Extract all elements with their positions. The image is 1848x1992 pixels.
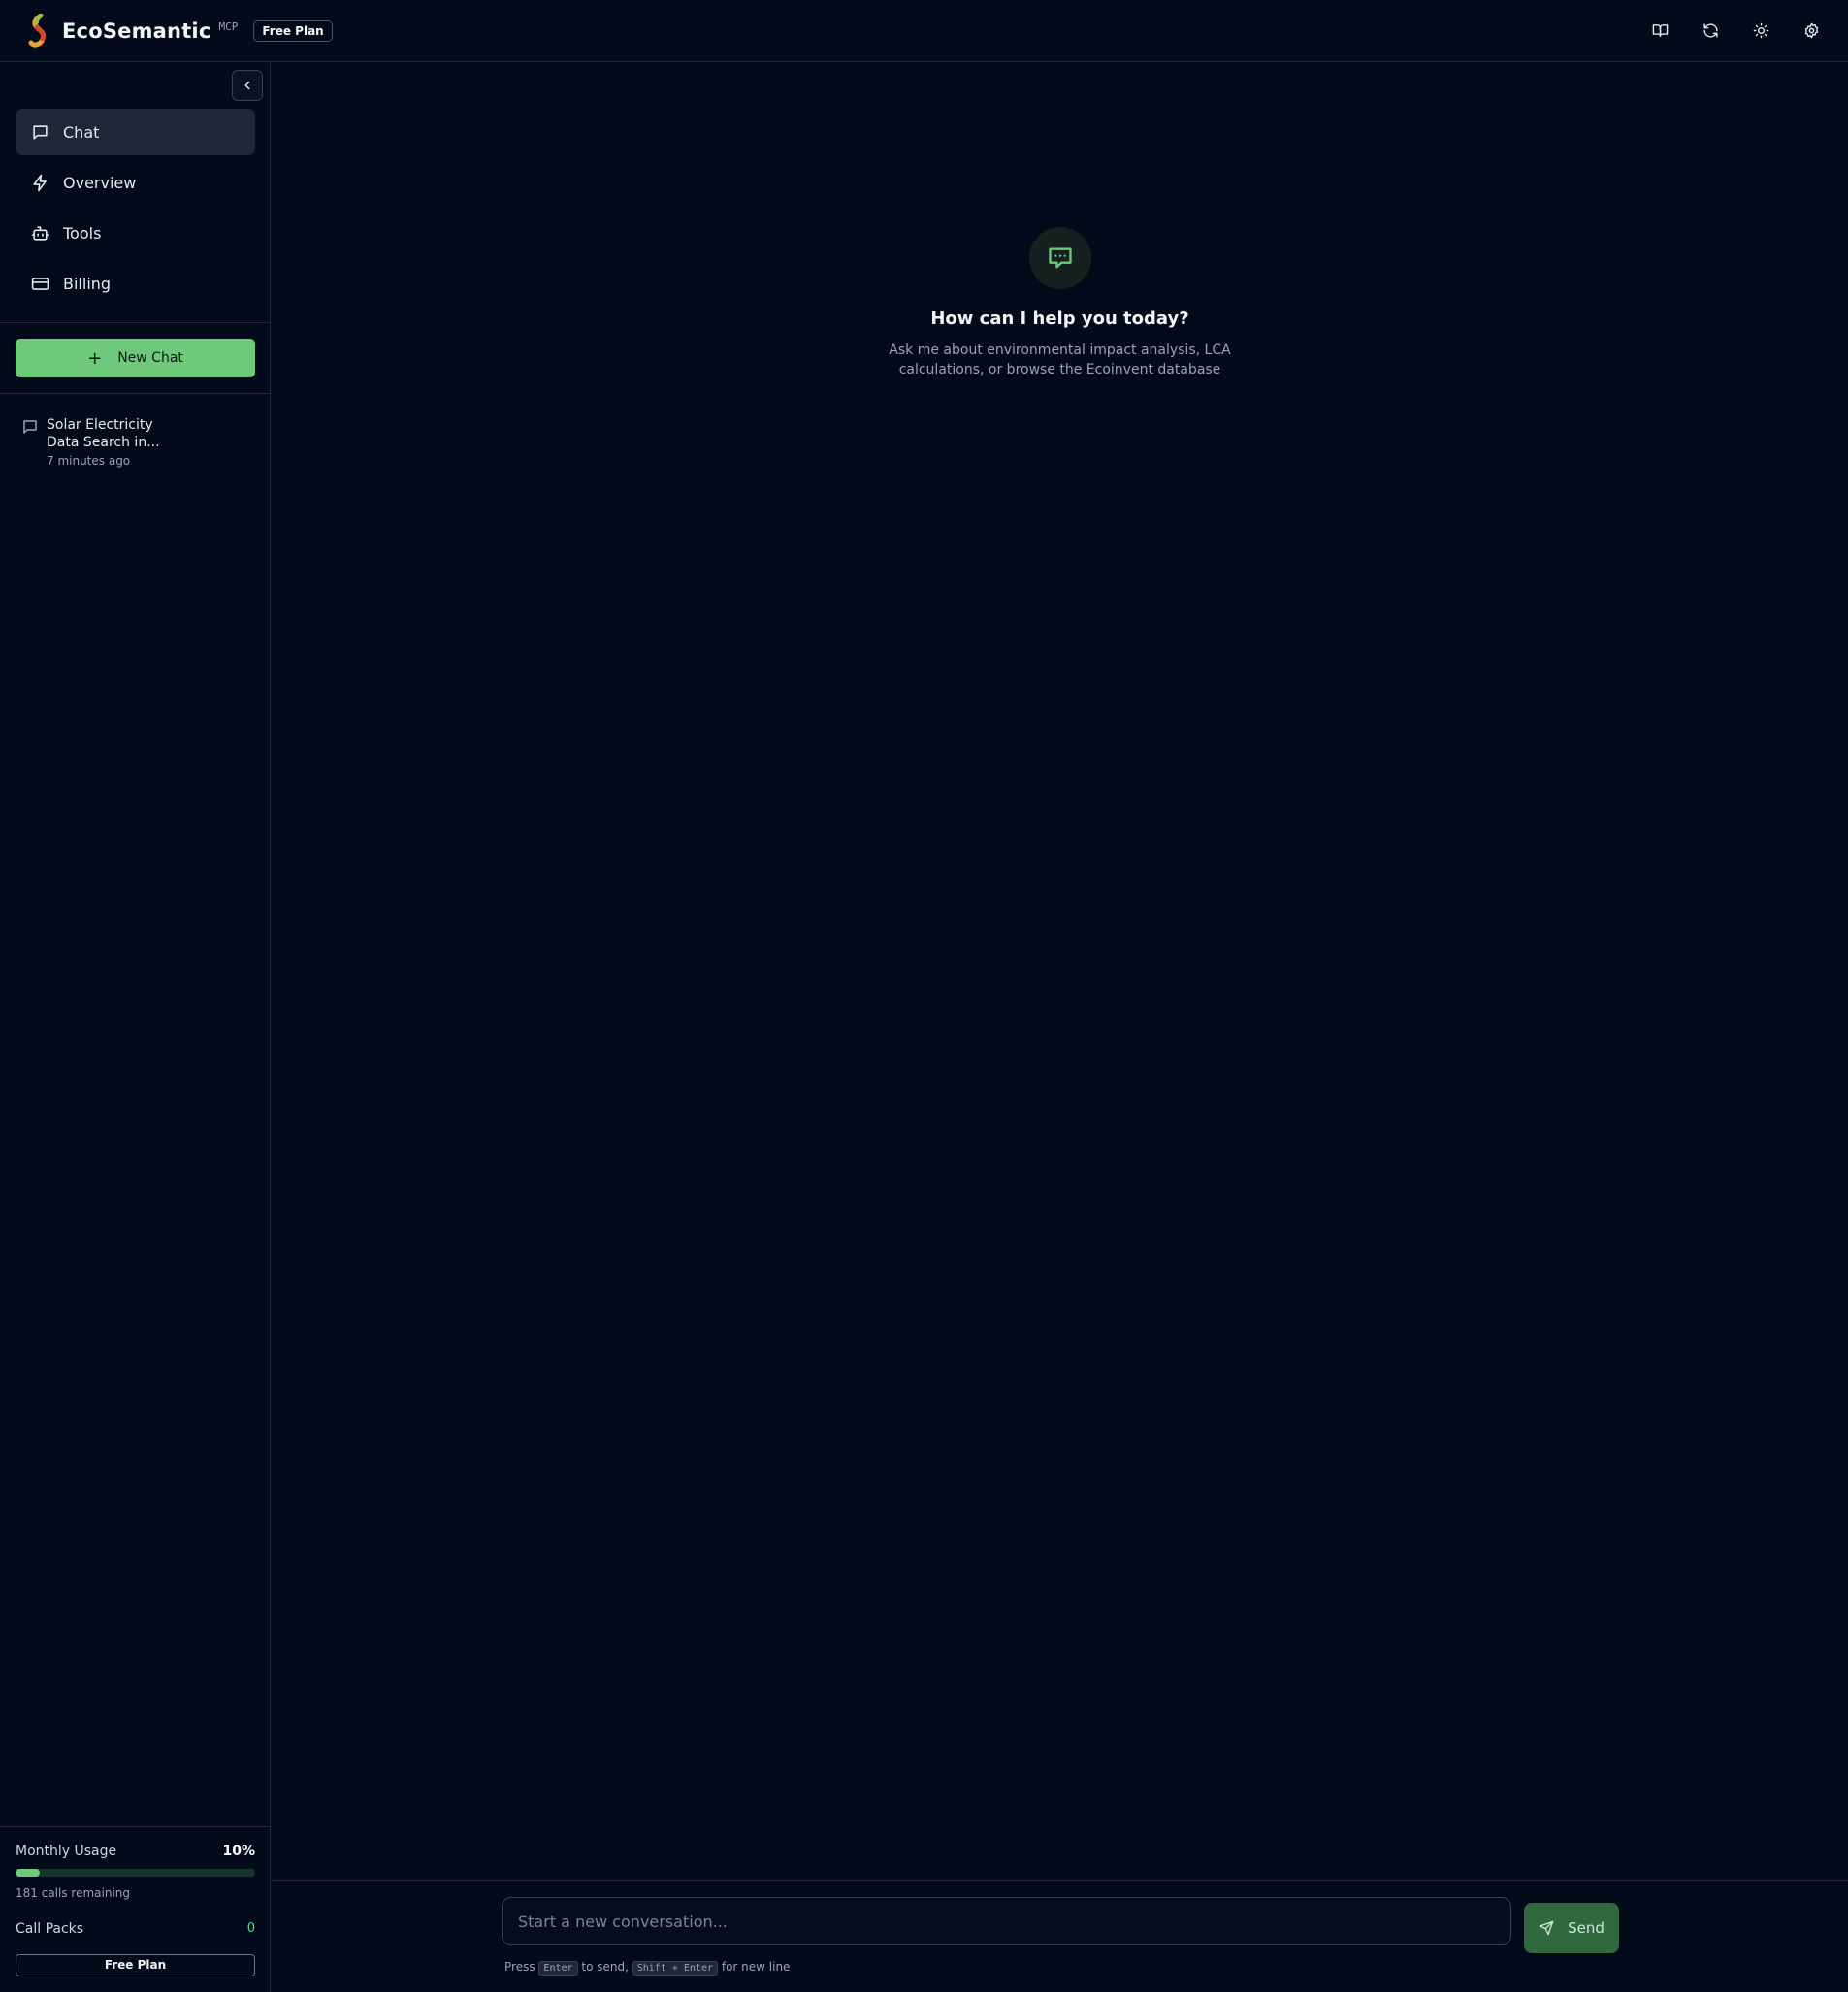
- top-header: EcoSemantic MCP Free Plan: [0, 0, 1848, 62]
- chat-history-text: Solar Electricity Data Search in... 7 mi…: [47, 416, 163, 468]
- sidebar-divider: [0, 1826, 271, 1827]
- brand-name: EcoSemantic: [62, 18, 211, 43]
- sidebar: Chat Overview Tools Billing + New Chat S…: [0, 63, 271, 1992]
- usage-progress-fill: [16, 1869, 40, 1877]
- calls-remaining: 181 calls remaining: [16, 1886, 130, 1900]
- nav-item-label: Tools: [63, 223, 102, 243]
- nav-item-label: Chat: [63, 122, 100, 142]
- hint-text: for new line: [721, 1960, 791, 1974]
- message-square-icon: [33, 124, 48, 140]
- nav-item-billing[interactable]: Billing: [16, 260, 255, 307]
- settings-icon: [1804, 22, 1818, 38]
- message-square-icon: [23, 420, 37, 434]
- usage-label: Monthly Usage: [16, 1844, 117, 1859]
- plan-badge: Free Plan: [253, 19, 333, 42]
- hint-text: to send,: [581, 1960, 629, 1974]
- enter-key: Enter: [538, 1961, 578, 1976]
- message-input[interactable]: [502, 1897, 1511, 1945]
- theme-toggle-button[interactable]: [1749, 17, 1772, 43]
- chat-bubble-badge: [1028, 227, 1091, 289]
- usage-panel: Monthly Usage 10% 181 calls remaining Ca…: [16, 1844, 255, 1976]
- book-open-icon: [1652, 23, 1668, 37]
- sidebar-divider: [0, 322, 271, 323]
- sidebar-nav: Chat Overview Tools Billing: [16, 109, 255, 310]
- chat-history-item[interactable]: Solar Electricity Data Search in... 7 mi…: [21, 416, 254, 468]
- mcp-tag: MCP: [218, 20, 239, 33]
- collapse-sidebar-button[interactable]: [232, 70, 263, 101]
- keyboard-hint: Press Enter to send, Shift + Enter for n…: [504, 1960, 791, 1976]
- composer-divider: [272, 1880, 1848, 1881]
- sun-icon: [1753, 22, 1768, 38]
- send-icon: [1539, 1920, 1554, 1936]
- message-dots-icon: [1048, 247, 1072, 269]
- nav-item-tools[interactable]: Tools: [16, 210, 255, 256]
- welcome-title: How can I help you today?: [930, 309, 1189, 329]
- refresh-button[interactable]: [1699, 17, 1722, 43]
- hint-text: Press: [504, 1960, 535, 1974]
- sidebar-divider: [0, 393, 271, 394]
- credit-card-icon: [31, 277, 49, 290]
- settings-button[interactable]: [1799, 17, 1823, 43]
- usage-header: Monthly Usage 10%: [16, 1844, 255, 1859]
- shift-enter-key: Shift + Enter: [632, 1961, 719, 1976]
- refresh-icon: [1702, 22, 1718, 38]
- usage-progress-bar: [16, 1869, 255, 1877]
- header-actions: [1648, 17, 1823, 43]
- call-packs-count: 0: [246, 1921, 255, 1936]
- main-content: How can I help you today? Ask me about e…: [272, 63, 1848, 1992]
- docs-button[interactable]: [1648, 17, 1671, 43]
- chat-history-title: Solar Electricity Data Search in...: [47, 417, 160, 450]
- new-chat-button[interactable]: + New Chat: [16, 339, 255, 377]
- app-root: EcoSemantic MCP Free Plan Chat Overview …: [0, 0, 1848, 1992]
- ecosemantic-logo: [28, 13, 46, 48]
- welcome-subtitle: Ask me about environmental impact analys…: [889, 343, 1231, 377]
- new-chat-label: New Chat: [117, 350, 183, 366]
- usage-percent: 10%: [222, 1844, 255, 1859]
- plus-icon: +: [87, 347, 103, 369]
- plan-footer-badge[interactable]: Free Plan: [16, 1954, 255, 1976]
- nav-item-overview[interactable]: Overview: [16, 159, 255, 206]
- empty-state: How can I help you today? Ask me about e…: [272, 227, 1848, 379]
- zap-icon: [33, 174, 47, 191]
- nav-item-chat[interactable]: Chat: [16, 109, 255, 155]
- call-packs-label: Call Packs: [16, 1921, 84, 1937]
- nav-item-label: Overview: [63, 173, 137, 192]
- call-packs-row: Call Packs 0: [16, 1921, 255, 1937]
- chevron-left-icon: [244, 81, 250, 90]
- nav-item-label: Billing: [63, 274, 112, 293]
- chat-history-time: 7 minutes ago: [47, 454, 131, 468]
- send-label: Send: [1568, 1919, 1605, 1937]
- bot-icon: [31, 225, 49, 241]
- send-button[interactable]: Send: [1524, 1903, 1619, 1953]
